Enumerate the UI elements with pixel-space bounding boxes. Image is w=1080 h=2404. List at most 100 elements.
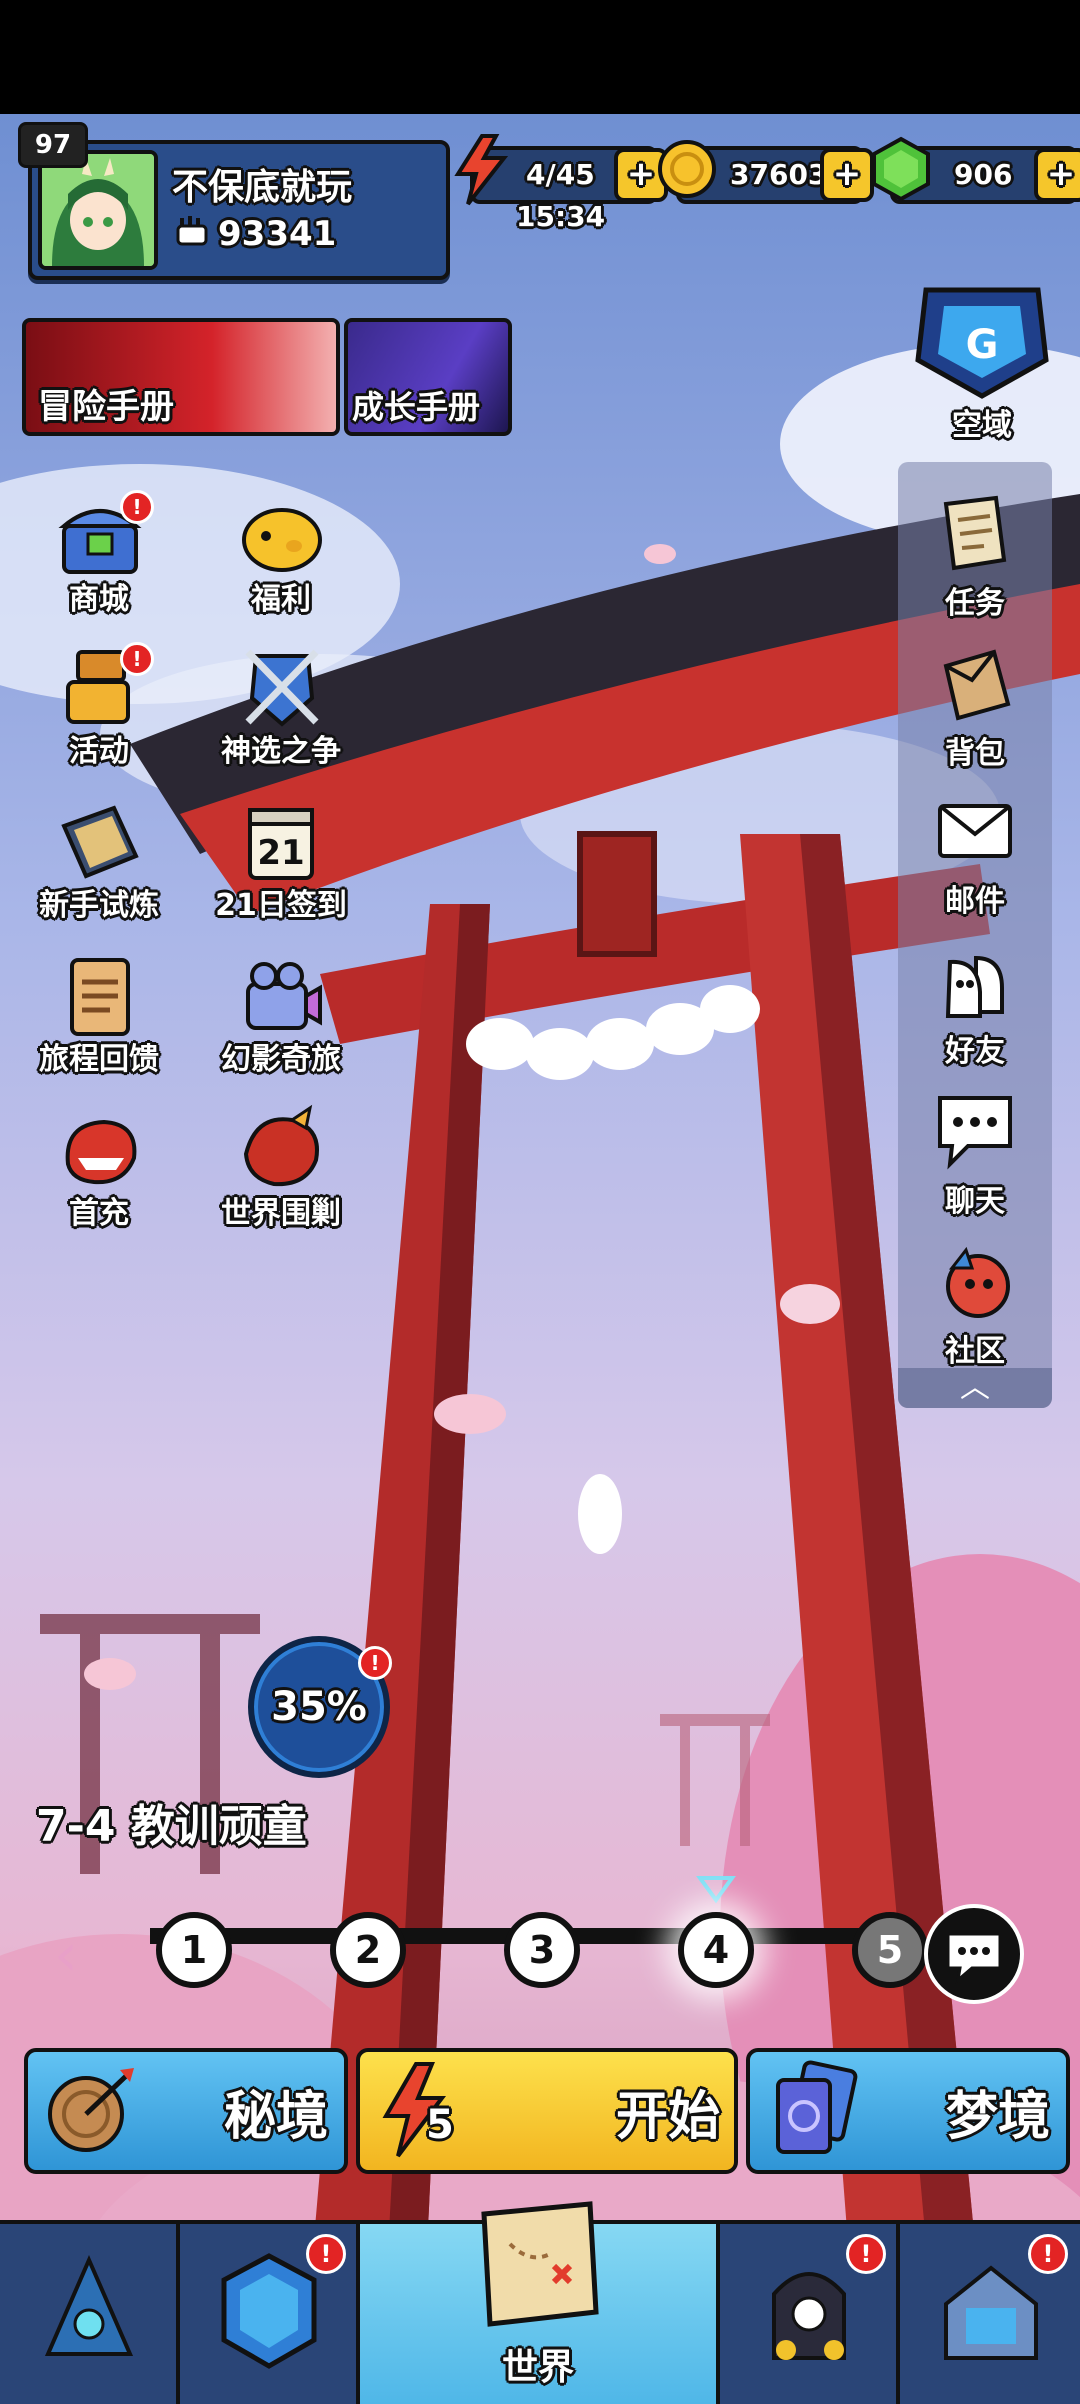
- guild-alert-badge: !: [306, 2234, 346, 2274]
- character-silhouette-icon: [772, 2272, 846, 2360]
- menu-friends-label: 好友: [945, 1034, 1005, 1069]
- nav-base[interactable]: !: [900, 2224, 1080, 2404]
- secret-realm-button[interactable]: 秘境: [24, 2048, 348, 2174]
- start-energy-cost: 5: [426, 2102, 454, 2148]
- dream-realm-label: 梦境: [946, 2087, 1051, 2147]
- energy-value: 4/45: [526, 158, 595, 191]
- gold-coin-icon: [658, 140, 716, 198]
- stage-title: 7-4 教训顽童: [36, 1801, 307, 1852]
- menu-world-siege-label: 世界围剿: [221, 1196, 341, 1231]
- backpack-icon: [943, 649, 1011, 721]
- calendar-day-text: 21: [257, 833, 304, 873]
- community-creature-icon: [946, 1246, 1010, 1318]
- menu-shop[interactable]: ! 商城: [14, 490, 184, 630]
- menu-21day-checkin-label: 21日签到: [215, 888, 347, 923]
- player-power-value: 93341: [218, 214, 337, 254]
- trial-book-icon: [61, 805, 139, 879]
- menu-first-recharge-label: 首充: [69, 1196, 129, 1231]
- speech-bubble-icon: [938, 1096, 1012, 1170]
- base-building-icon: [944, 2265, 1038, 2360]
- growth-manual-banner[interactable]: 成长手册: [344, 318, 512, 436]
- dream-realm-button[interactable]: 梦境: [746, 2048, 1070, 2174]
- menu-mail-label: 邮件: [945, 884, 1005, 919]
- status-bar: [0, 0, 1080, 114]
- menu-21day-checkin[interactable]: 21 21日签到: [196, 796, 366, 936]
- menu-world-siege[interactable]: 世界围剿: [196, 1104, 366, 1244]
- stage-node-4[interactable]: 4: [678, 1912, 754, 1988]
- airspace-shield-icon: G: [915, 287, 1049, 399]
- menu-phantom-journey[interactable]: 幻影奇旅: [196, 950, 366, 1090]
- fist-power-icon: [176, 216, 208, 246]
- bottom-navigation: ! 世界 ! !: [0, 2201, 1080, 2404]
- nav-world-label: 世界: [501, 2347, 574, 2388]
- right-side-menu: 任务 背包 邮件 好友 聊天 社区 ︿: [898, 462, 1052, 1408]
- player-avatar[interactable]: [38, 150, 158, 270]
- characters-alert-badge: !: [846, 2234, 886, 2274]
- stage-node-3[interactable]: 3: [504, 1912, 580, 1988]
- menu-backpack[interactable]: 背包: [898, 640, 1052, 780]
- svg-text:G: G: [966, 322, 999, 368]
- red-dragon-icon: [65, 1119, 137, 1185]
- treasure-map-icon: [481, 2201, 599, 2327]
- menu-events[interactable]: ! 活动: [14, 642, 184, 782]
- menu-phantom-journey-label: 幻影奇旅: [221, 1042, 341, 1077]
- events-alert-badge: !: [120, 642, 154, 676]
- progress-alert-badge: !: [358, 1646, 392, 1680]
- menu-newbie-trial[interactable]: 新手试炼: [14, 796, 184, 936]
- gold-value: 37603: [730, 158, 828, 191]
- gold-add-button[interactable]: +: [820, 148, 874, 202]
- menu-god-battle[interactable]: 神选之争: [196, 642, 366, 782]
- stage-node-2[interactable]: 2: [330, 1912, 406, 1988]
- nav-world[interactable]: 世界: [360, 2201, 720, 2404]
- airspace-button[interactable]: G 空域: [906, 280, 1058, 446]
- menu-events-label: 活动: [69, 734, 129, 769]
- menu-first-recharge[interactable]: 首充: [14, 1104, 184, 1244]
- menu-god-battle-label: 神选之争: [221, 734, 341, 769]
- menu-friends[interactable]: 好友: [898, 938, 1052, 1078]
- stage-node-5[interactable]: 5: [852, 1912, 928, 1988]
- menu-journey-feedback[interactable]: 旅程回馈: [14, 950, 184, 1090]
- hex-shield-icon: [221, 2253, 317, 2369]
- calendar-icon: 21: [248, 808, 314, 880]
- secret-realm-label: 秘境: [224, 2087, 329, 2147]
- menu-community[interactable]: 社区: [898, 1238, 1052, 1378]
- menu-quests-label: 任务: [945, 586, 1005, 621]
- lightning-energy-icon: [454, 134, 509, 206]
- menu-shop-label: 商城: [69, 582, 129, 617]
- stage-node-1[interactable]: 1: [156, 1912, 232, 1988]
- gem-value: 906: [954, 158, 1013, 191]
- gem-add-button[interactable]: +: [1034, 148, 1080, 202]
- start-battle-button[interactable]: 5 开始: [356, 2048, 738, 2174]
- collapse-side-menu-button[interactable]: ︿: [898, 1368, 1052, 1408]
- menu-mail[interactable]: 邮件: [898, 788, 1052, 928]
- previous-chapter-arrow[interactable]: ‹: [54, 1920, 78, 1990]
- nav-characters[interactable]: !: [720, 2224, 900, 2404]
- chat-bubble-icon: [946, 1932, 1002, 1984]
- crossed-swords-shield-icon: [245, 649, 319, 727]
- nav-heroes[interactable]: [0, 2224, 180, 2404]
- menu-backpack-label: 背包: [945, 736, 1005, 771]
- airspace-label: 空域: [952, 408, 1012, 443]
- clipboard-icon: [70, 958, 130, 1036]
- nav-guild[interactable]: !: [180, 2224, 360, 2404]
- player-name: 不保底就玩: [172, 167, 353, 208]
- target-dart-icon: [48, 2068, 134, 2152]
- menu-chat[interactable]: 聊天: [898, 1088, 1052, 1228]
- scroll-icon: [943, 495, 1007, 571]
- menu-journey-feedback-label: 旅程回馈: [39, 1042, 159, 1077]
- menu-welfare-label: 福利: [251, 582, 311, 617]
- menu-community-label: 社区: [945, 1334, 1005, 1369]
- menu-newbie-trial-label: 新手试炼: [39, 888, 159, 923]
- stage-chat-button[interactable]: [924, 1904, 1024, 2004]
- menu-quests[interactable]: 任务: [898, 490, 1052, 630]
- piggy-bank-icon: [242, 508, 322, 572]
- green-gem-icon: [872, 136, 930, 202]
- player-profile-card[interactable]: 不保底就玩 93341: [28, 140, 450, 280]
- player-level-badge: 97: [18, 122, 88, 168]
- current-stage-marker-icon: [696, 1876, 736, 1904]
- adventure-manual-banner[interactable]: 冒险手册: [22, 318, 340, 436]
- base-alert-badge: !: [1028, 2234, 1068, 2274]
- menu-welfare[interactable]: 福利: [196, 490, 366, 630]
- crystal-spirit-icon: [44, 2254, 134, 2356]
- menu-chat-label: 聊天: [945, 1184, 1005, 1219]
